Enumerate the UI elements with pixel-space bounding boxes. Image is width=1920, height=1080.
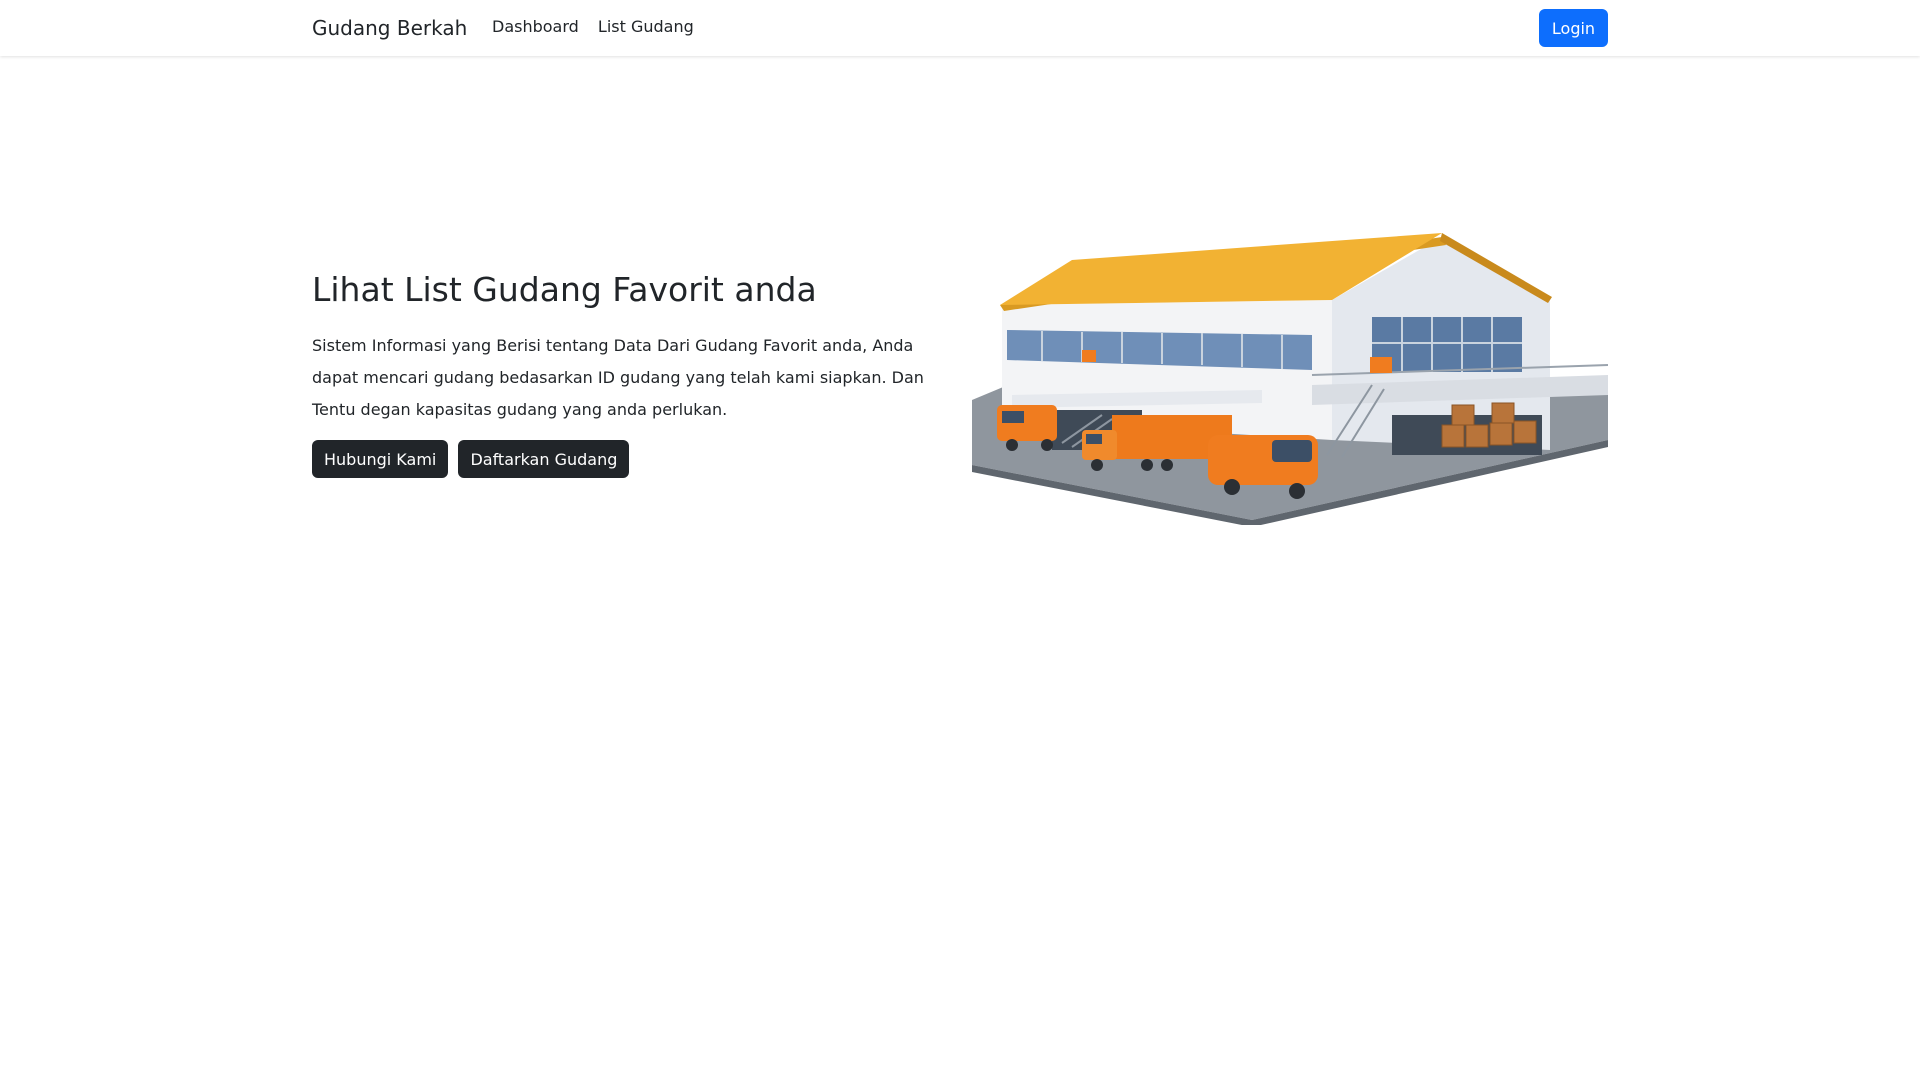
login-button[interactable]: Login: [1539, 9, 1608, 47]
hero-title: Lihat List Gudang Favorit anda: [312, 270, 817, 309]
hero-description: Sistem Informasi yang Berisi tentang Dat…: [312, 336, 924, 419]
warehouse-svg: [972, 233, 1609, 527]
brand-link[interactable]: Gudang Berkah: [312, 15, 467, 41]
contact-us-button[interactable]: Hubungi Kami: [312, 440, 449, 478]
hero-buttons: Hubungi Kami Daftarkan Gudang: [312, 440, 952, 478]
hero-section: Lihat List Gudang Favorit anda Sistem In…: [312, 228, 952, 478]
gable-window: [1372, 317, 1522, 372]
nav-link-dashboard[interactable]: Dashboard: [492, 17, 579, 37]
warehouse-illustration: [972, 225, 1609, 527]
nav-link-list-gudang[interactable]: List Gudang: [598, 17, 694, 37]
nav-links: Dashboard List Gudang: [492, 17, 708, 37]
register-warehouse-button[interactable]: Daftarkan Gudang: [458, 440, 630, 478]
navbar-container: Gudang Berkah Dashboard List Gudang Logi…: [312, 0, 1608, 56]
navbar: Gudang Berkah Dashboard List Gudang Logi…: [0, 0, 1920, 56]
